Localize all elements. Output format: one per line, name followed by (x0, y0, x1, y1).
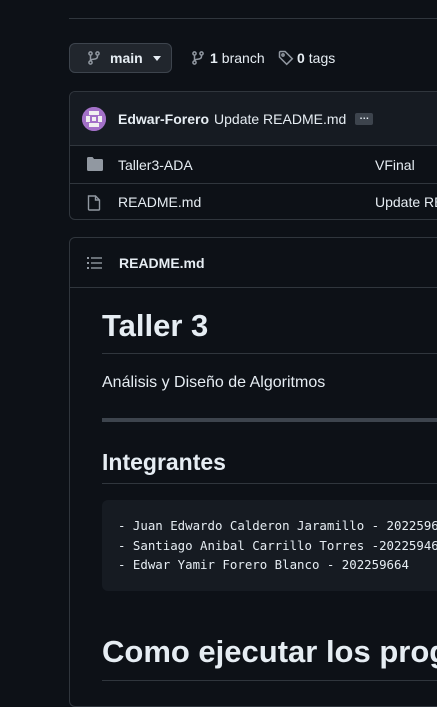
branches-count: 1 (210, 50, 218, 66)
file-browser: Edwar-Forero Update README.md … Taller3-… (69, 91, 437, 220)
horizontal-rule (102, 418, 437, 422)
code-line: - Santiago Anibal Carrillo Torres -20225… (118, 537, 437, 553)
divider (102, 353, 437, 354)
git-branch-icon (86, 50, 102, 66)
section-heading-ejecutar: Como ejecutar los programas (102, 634, 437, 669)
branches-link[interactable]: 1 branch (190, 43, 265, 73)
tags-link[interactable]: 0 tags (278, 43, 335, 73)
commit-author-link[interactable]: Edwar-Forero (118, 111, 209, 127)
file-name-link[interactable]: Taller3-ADA (118, 157, 193, 173)
folder-icon (87, 157, 103, 171)
latest-commit-bar: Edwar-Forero Update README.md … (70, 92, 437, 146)
file-icon (87, 195, 101, 211)
code-line: - Edwar Yamir Forero Blanco - 202259664 (118, 557, 409, 572)
commit-message-link[interactable]: Update README.md (214, 111, 346, 127)
tags-count: 0 (297, 50, 305, 66)
readme-panel: README.md Taller 3 Análisis y Diseño de … (69, 237, 437, 707)
list-unordered-icon[interactable] (87, 256, 103, 270)
file-name-link[interactable]: README.md (118, 194, 201, 210)
file-row[interactable]: Taller3-ADA VFinal (70, 146, 437, 183)
tag-icon (278, 50, 294, 66)
tags-label: tags (308, 50, 336, 66)
readme-title: Taller 3 (102, 308, 209, 343)
file-row[interactable]: README.md Update README.md (70, 183, 437, 219)
readme-subtitle: Análisis y Diseño de Algoritmos (102, 374, 326, 391)
code-block: - Juan Edwardo Calderon Jaramillo - 2022… (102, 500, 437, 591)
avatar[interactable] (82, 106, 106, 131)
caret-down-icon (152, 55, 161, 61)
divider (102, 680, 437, 681)
file-commit-message-link[interactable]: VFinal (375, 157, 415, 173)
readme-filename-link[interactable]: README.md (119, 255, 205, 271)
branch-selector-button[interactable]: main (69, 43, 172, 73)
section-heading-integrantes: Integrantes (102, 449, 226, 475)
branches-label: branch (221, 50, 265, 66)
divider (102, 483, 437, 484)
code-line: - Juan Edwardo Calderon Jaramillo - 2022… (118, 518, 437, 533)
file-commit-message-link[interactable]: Update README.md (375, 194, 437, 210)
git-branch-icon (190, 50, 206, 66)
commit-expand-button[interactable]: … (355, 111, 374, 125)
branch-name: main (110, 50, 143, 66)
top-divider (69, 18, 437, 19)
readme-header: README.md (70, 238, 437, 288)
